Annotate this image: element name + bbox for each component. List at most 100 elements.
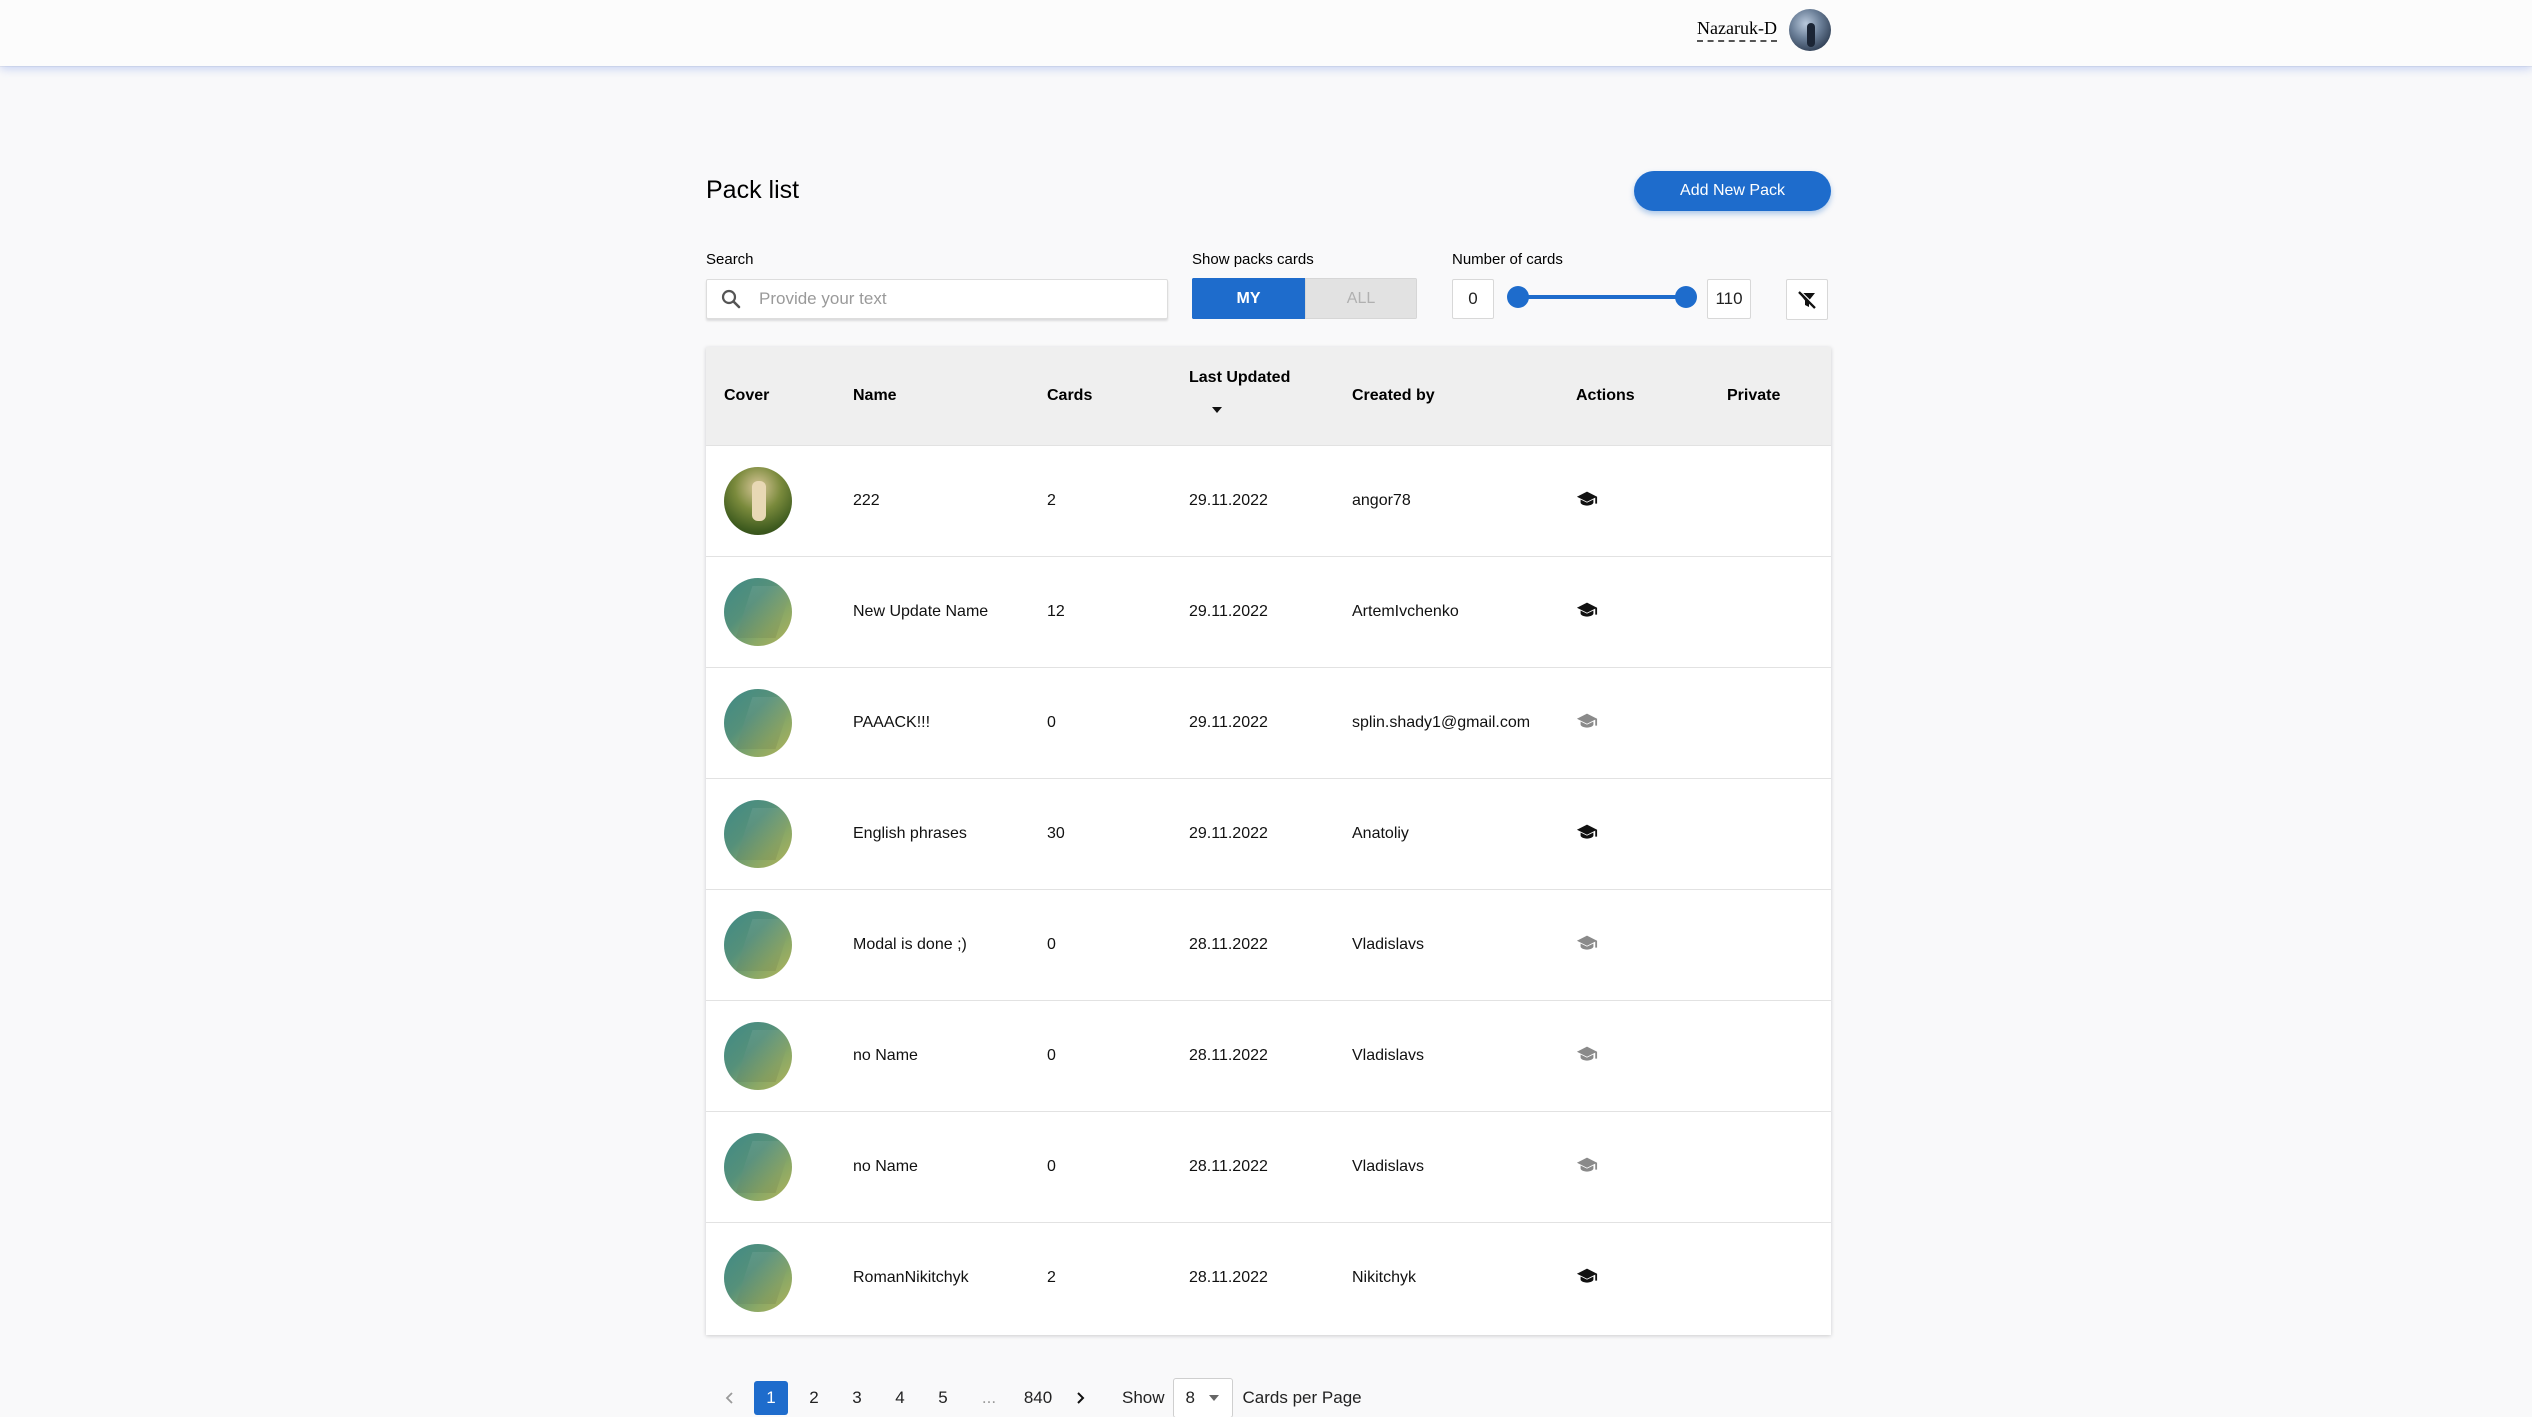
header-last-updated[interactable]: Last Updated: [1189, 369, 1290, 387]
pack-last-updated: 29.11.2022: [1189, 825, 1268, 842]
learn-graduation-cap-icon[interactable]: [1576, 599, 1598, 621]
pack-cover-image: [724, 1133, 792, 1201]
min-cards-value[interactable]: 0: [1452, 279, 1494, 319]
pack-last-updated: 29.11.2022: [1189, 492, 1268, 509]
pack-cards-count: 2: [1047, 492, 1056, 509]
pack-name[interactable]: no Name: [853, 1001, 918, 1111]
header-created-by[interactable]: Created by: [1352, 387, 1435, 405]
pack-name[interactable]: 222: [853, 446, 880, 556]
page-button[interactable]: 1: [754, 1381, 788, 1415]
pack-cards-count: 0: [1047, 1158, 1056, 1175]
learn-graduation-cap-icon[interactable]: [1576, 932, 1598, 954]
header-name[interactable]: Name: [853, 387, 897, 405]
table-row: New Update Name 12 29.11.2022 ArtemIvche…: [706, 557, 1831, 668]
packs-table: Cover Name Cards Last Updated Created by…: [706, 347, 1831, 1335]
pack-created-by: Vladislavs: [1352, 1047, 1425, 1064]
cover-cell: [724, 890, 792, 1000]
user-menu[interactable]: Nazaruk-D: [1697, 8, 1831, 52]
pack-cards-count: 0: [1047, 1047, 1056, 1064]
header-actions: Actions: [1576, 387, 1635, 404]
pack-name[interactable]: English phrases: [853, 779, 967, 889]
sort-arrow-down-icon[interactable]: [1211, 405, 1223, 415]
pack-last-updated: 29.11.2022: [1189, 714, 1268, 731]
learn-graduation-cap-icon[interactable]: [1576, 821, 1598, 843]
pack-cover-image: [724, 467, 792, 535]
pack-created-by: Nikitchyk: [1352, 1269, 1417, 1286]
pack-name[interactable]: RomanNikitchyk: [853, 1223, 969, 1333]
table-row: Modal is done ;) 0 28.11.2022 Vladislavs: [706, 890, 1831, 1001]
app-header: Nazaruk-D: [0, 0, 2532, 66]
page-button[interactable]: 5: [926, 1381, 960, 1415]
header-cards[interactable]: Cards: [1047, 387, 1092, 405]
pack-cover-image: [724, 800, 792, 868]
learn-graduation-cap-icon[interactable]: [1576, 1043, 1598, 1065]
max-cards-value[interactable]: 110: [1707, 279, 1751, 319]
pack-last-updated: 28.11.2022: [1189, 1269, 1268, 1286]
show-label: Show: [1122, 1388, 1165, 1407]
page-title: Pack list: [706, 176, 800, 204]
pack-last-updated: 28.11.2022: [1189, 1047, 1268, 1064]
table-body: 222 2 29.11.2022 angor78 New Update Name…: [706, 446, 1831, 1334]
search-input[interactable]: [759, 289, 1139, 309]
toggle-my-button[interactable]: MY: [1192, 278, 1305, 319]
learn-graduation-cap-icon[interactable]: [1576, 488, 1598, 510]
actions-cell: [1576, 444, 1598, 554]
actions-cell: [1576, 666, 1598, 776]
search-box[interactable]: [706, 279, 1168, 319]
pack-created-by: ArtemIvchenko: [1352, 603, 1459, 620]
add-new-pack-button[interactable]: Add New Pack: [1634, 171, 1831, 211]
slider-track: [1515, 295, 1689, 299]
pack-last-updated: 28.11.2022: [1189, 936, 1268, 953]
show-packs-toggle[interactable]: MY ALL: [1192, 278, 1417, 319]
user-name[interactable]: Nazaruk-D: [1697, 18, 1777, 42]
page-button[interactable]: 4: [883, 1381, 917, 1415]
page-numbers: 1 2 3 4 5... 840: [754, 1381, 1058, 1415]
pack-cover-image: [724, 1244, 792, 1312]
pack-name[interactable]: no Name: [853, 1112, 918, 1222]
filter-off-icon: [1798, 290, 1817, 309]
learn-graduation-cap-icon[interactable]: [1576, 1154, 1598, 1176]
cover-cell: [724, 446, 792, 556]
learn-graduation-cap-icon[interactable]: [1576, 1265, 1598, 1287]
page-button[interactable]: 2: [797, 1381, 831, 1415]
pack-cards-count: 0: [1047, 936, 1056, 953]
pack-name[interactable]: PAAACK!!!: [853, 668, 930, 778]
slider-max-thumb[interactable]: [1675, 286, 1697, 308]
table-row: no Name 0 28.11.2022 Vladislavs: [706, 1112, 1831, 1223]
cover-cell: [724, 779, 792, 889]
user-avatar[interactable]: [1789, 9, 1831, 51]
pack-created-by: Vladislavs: [1352, 1158, 1425, 1175]
cover-cell: [724, 557, 792, 667]
pack-name[interactable]: Modal is done ;): [853, 890, 967, 1000]
table-row: no Name 0 28.11.2022 Vladislavs: [706, 1001, 1831, 1112]
clear-filters-button[interactable]: [1786, 279, 1828, 320]
actions-cell: [1576, 1221, 1598, 1331]
table-row: RomanNikitchyk 2 28.11.2022 Nikitchyk: [706, 1223, 1831, 1334]
cards-range-slider[interactable]: [1507, 285, 1697, 309]
header-cover: Cover: [724, 387, 770, 404]
cover-cell: [724, 668, 792, 778]
page-button[interactable]: 3: [840, 1381, 874, 1415]
chevron-right-icon[interactable]: [1070, 1388, 1090, 1408]
pack-last-updated: 28.11.2022: [1189, 1158, 1268, 1175]
table-row: PAAACK!!! 0 29.11.2022 splin.shady1@gmai…: [706, 668, 1831, 779]
chevron-left-icon[interactable]: [720, 1388, 740, 1408]
per-page-suffix: Cards per Page: [1242, 1388, 1362, 1407]
actions-cell: [1576, 999, 1598, 1109]
page-button[interactable]: 840: [1018, 1381, 1058, 1415]
learn-graduation-cap-icon[interactable]: [1576, 710, 1598, 732]
pack-cover-image: [724, 1022, 792, 1090]
pack-last-updated: 29.11.2022: [1189, 603, 1268, 620]
chevron-down-icon: [1208, 1395, 1219, 1401]
pack-created-by: Anatoliy: [1352, 825, 1409, 842]
actions-cell: [1576, 888, 1598, 998]
pack-name[interactable]: New Update Name: [853, 557, 988, 667]
per-page-select[interactable]: 8: [1172, 1378, 1233, 1417]
pack-created-by: Vladislavs: [1352, 936, 1425, 953]
cover-cell: [724, 1001, 792, 1111]
table-header: Cover Name Cards Last Updated Created by…: [706, 347, 1831, 446]
cover-cell: [724, 1223, 792, 1333]
slider-min-thumb[interactable]: [1507, 286, 1529, 308]
toggle-all-button[interactable]: ALL: [1305, 278, 1417, 319]
per-page-value: 8: [1185, 1388, 1195, 1407]
